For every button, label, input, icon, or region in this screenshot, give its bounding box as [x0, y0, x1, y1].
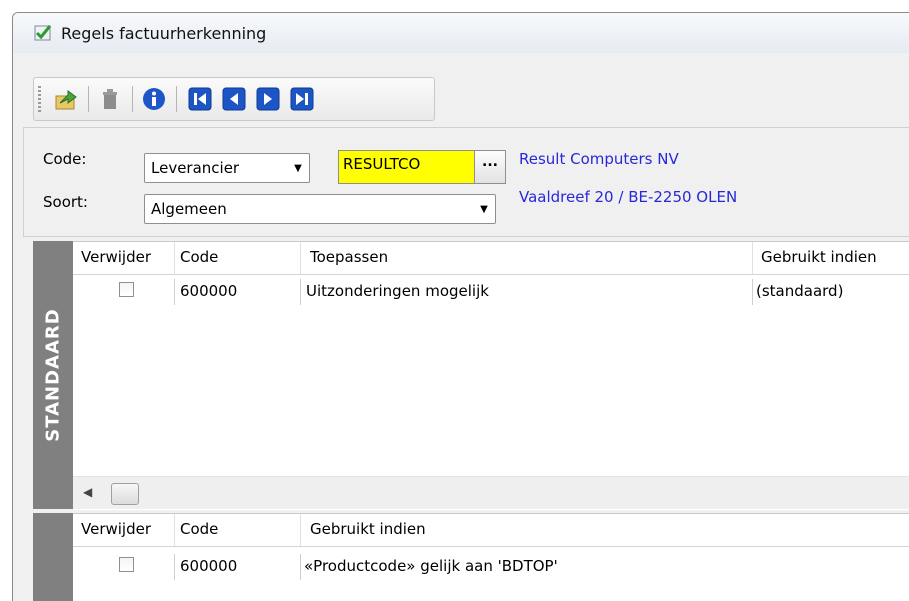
- column-header-verwijder[interactable]: Verwijder: [81, 248, 151, 266]
- code-input-value[interactable]: RESULTCO: [339, 151, 474, 183]
- code-input[interactable]: RESULTCO ...: [338, 150, 506, 184]
- column-header-toepassen[interactable]: Toepassen: [310, 248, 388, 266]
- verwijder-checkbox[interactable]: [119, 282, 134, 297]
- lookup-button[interactable]: ...: [474, 151, 505, 183]
- next-record-icon[interactable]: [256, 87, 280, 111]
- supplier-name: Result Computers NV: [519, 150, 679, 168]
- export-arrow-icon[interactable]: [54, 87, 78, 111]
- chevron-down-icon[interactable]: ▼: [473, 204, 495, 215]
- column-header-gebruikt-indien[interactable]: Gebruikt indien: [310, 520, 426, 538]
- code-type-select[interactable]: Leverancier ▼: [144, 153, 310, 183]
- scroll-left-arrow-icon[interactable]: ◀: [83, 485, 92, 499]
- horizontal-scrollbar[interactable]: ◀: [73, 476, 909, 509]
- last-record-icon[interactable]: [290, 87, 314, 111]
- soort-label: Soort:: [43, 193, 88, 211]
- column-header-code[interactable]: Code: [180, 520, 218, 538]
- column-header-gebruikt-indien[interactable]: Gebruikt indien: [761, 248, 877, 266]
- cell-divider: [300, 554, 301, 580]
- column-separator: [300, 514, 301, 546]
- toolbar-separator: [88, 86, 89, 112]
- row-gebruikt-indien[interactable]: «Productcode» gelijk aan 'BDTOP': [304, 557, 558, 575]
- standaard-tab-label: STANDAARD: [42, 308, 64, 442]
- exception-grid: Verwijder Code Gebruikt indien 600000 «P…: [73, 513, 909, 601]
- column-separator: [752, 242, 753, 274]
- cell-divider: [300, 279, 301, 305]
- column-header-verwijder[interactable]: Verwijder: [81, 520, 151, 538]
- exception-grid-header: Verwijder Code Gebruikt indien: [73, 514, 909, 547]
- column-separator: [300, 242, 301, 274]
- standaard-side-tab[interactable]: STANDAARD: [33, 241, 73, 509]
- toolbar-separator: [176, 86, 177, 112]
- cell-divider: [752, 279, 753, 305]
- scrollbar-thumb[interactable]: [111, 483, 139, 505]
- column-header-code[interactable]: Code: [180, 248, 218, 266]
- row-code[interactable]: 600000: [180, 282, 237, 300]
- column-separator: [174, 514, 175, 546]
- cell-divider: [174, 554, 175, 580]
- standard-grid: Verwijder Code Toepassen Gebruikt indien…: [73, 241, 909, 510]
- chevron-down-icon[interactable]: ▼: [287, 163, 309, 174]
- first-record-icon[interactable]: [188, 87, 212, 111]
- title-bar: Regels factuurherkenning: [13, 13, 909, 53]
- row-gebruikt-indien[interactable]: (standaard): [756, 282, 843, 300]
- info-icon[interactable]: [142, 87, 166, 111]
- supplier-address: Vaaldreef 20 / BE-2250 OLEN: [519, 188, 738, 206]
- main-window: Regels factuurherkenning Code: Leveranci…: [12, 12, 909, 601]
- code-type-value: Leverancier: [151, 159, 240, 177]
- previous-record-icon[interactable]: [222, 87, 246, 111]
- toolbar: [33, 77, 435, 121]
- toolbar-grip[interactable]: [38, 86, 41, 112]
- code-label: Code:: [43, 150, 87, 168]
- standard-grid-header: Verwijder Code Toepassen Gebruikt indien: [73, 242, 909, 275]
- row-toepassen[interactable]: Uitzonderingen mogelijk: [306, 282, 489, 300]
- checkmark-document-icon: [34, 25, 52, 41]
- trash-icon[interactable]: [98, 87, 122, 111]
- soort-select[interactable]: Algemeen ▼: [144, 194, 496, 224]
- column-separator: [174, 242, 175, 274]
- verwijder-checkbox[interactable]: [119, 557, 134, 572]
- toolbar-separator: [132, 86, 133, 112]
- row-code[interactable]: 600000: [180, 557, 237, 575]
- exception-side-tab[interactable]: [33, 513, 73, 601]
- window-title: Regels factuurherkenning: [61, 23, 267, 43]
- soort-value: Algemeen: [151, 200, 227, 218]
- cell-divider: [174, 279, 175, 305]
